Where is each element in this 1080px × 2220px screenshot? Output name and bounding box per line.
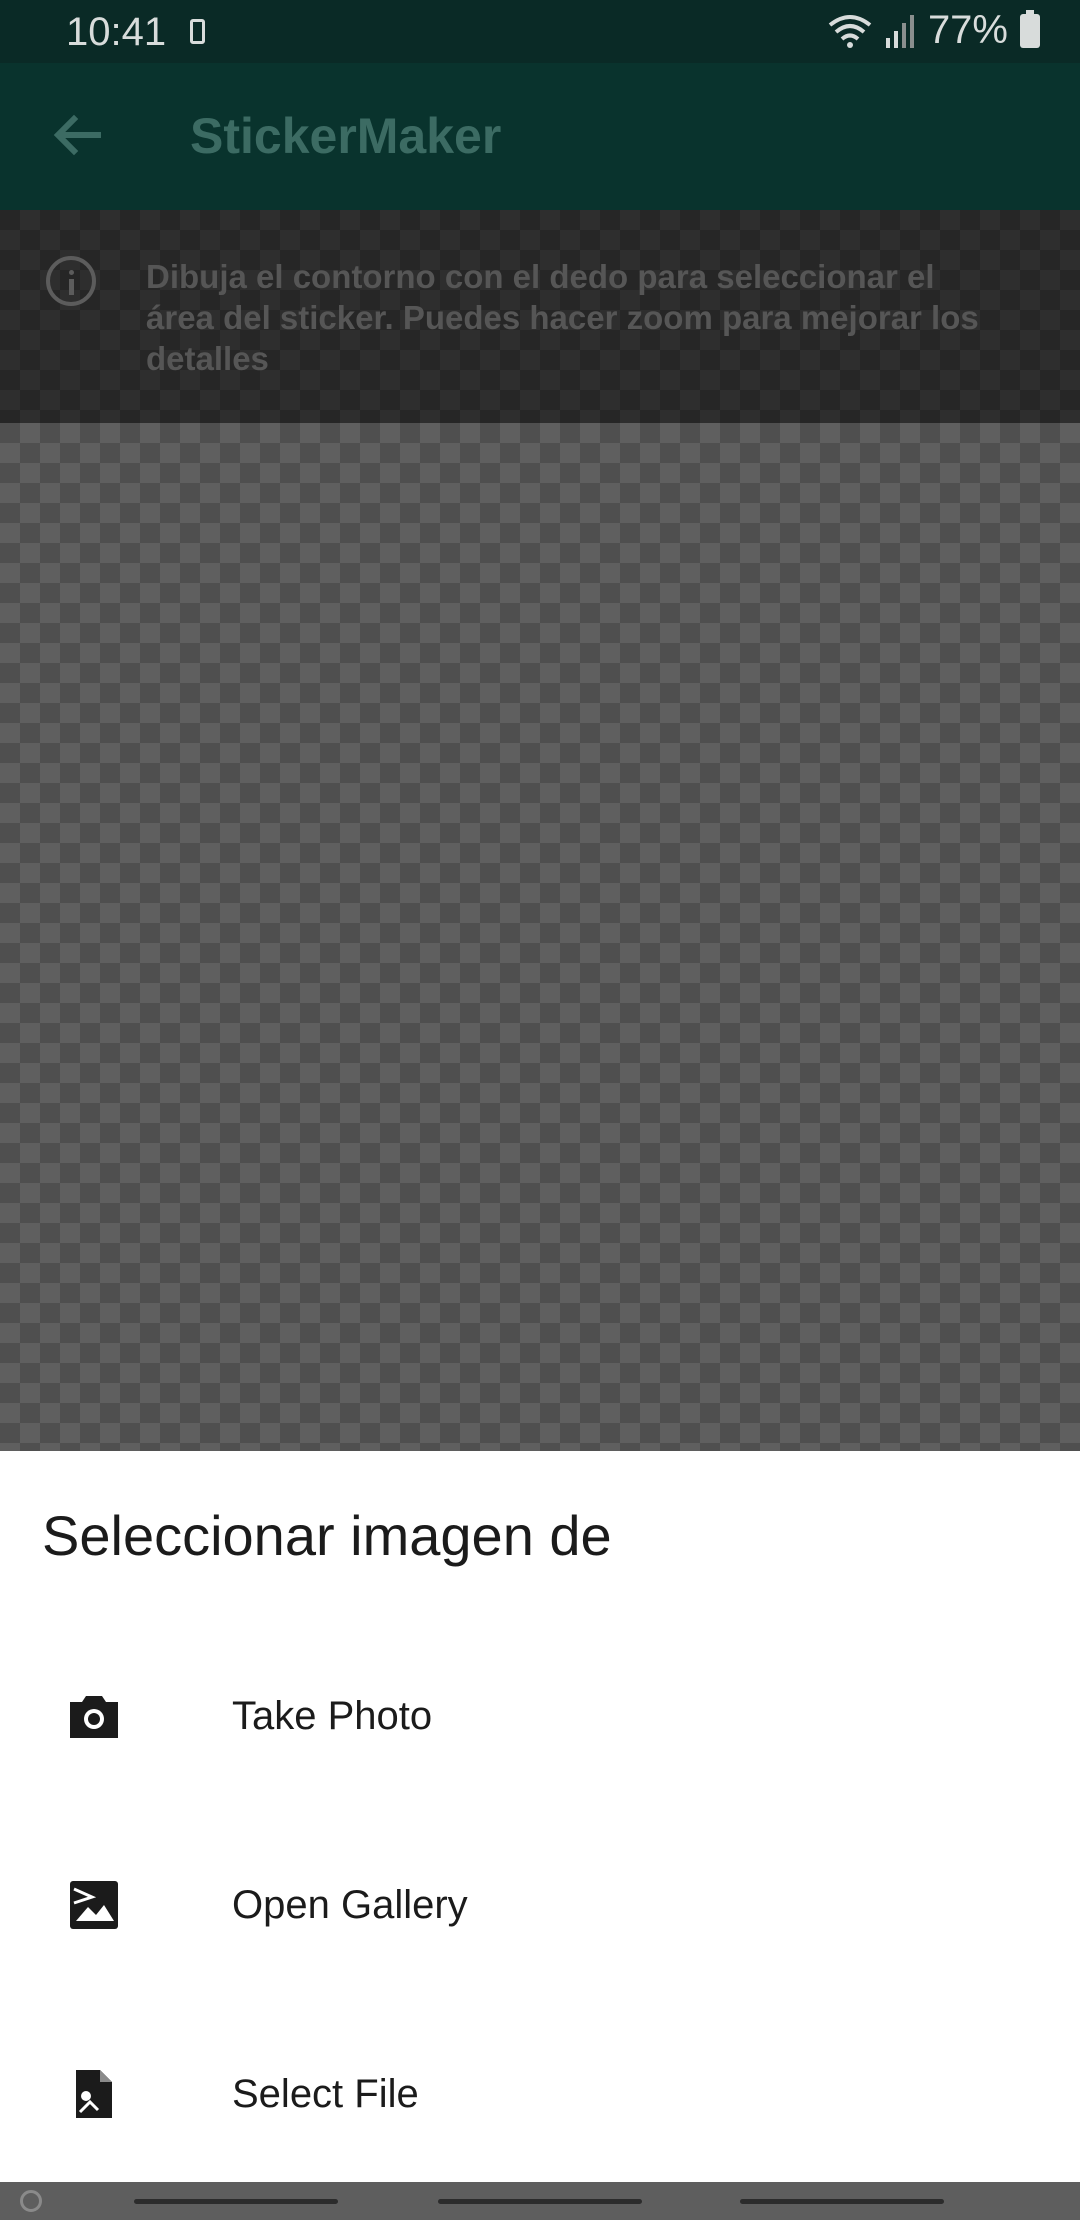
signal-icon [885,14,914,48]
sticker-canvas[interactable] [0,423,1080,1451]
open-gallery-label: Open Gallery [232,1883,468,1927]
camera-icon [70,1696,118,1738]
take-photo-option[interactable]: Take Photo [0,1622,1080,1811]
app-bar: StickerMaker [0,63,1080,210]
select-file-option[interactable]: Select File [0,2000,1080,2189]
file-icon [76,2070,112,2118]
phone-notification-icon [190,19,205,44]
back-arrow-icon[interactable] [48,105,108,165]
take-photo-label: Take Photo [232,1694,433,1738]
nav-recents-button[interactable] [134,2199,338,2204]
image-source-sheet: Seleccionar imagen de Take Photo Open Ga… [0,1451,1080,2182]
app-title: StickerMaker [190,108,502,164]
status-bar: 10:41 77% [0,0,1080,63]
status-right-group: 77% [828,8,1040,53]
info-text: Dibuja el contorno con el dedo para sele… [146,258,979,377]
wifi-icon [828,14,872,48]
status-time: 10:41 [66,10,167,54]
info-icon [46,256,96,306]
sheet-title: Seleccionar imagen de [42,1504,612,1567]
battery-percentage: 77% [927,8,1008,52]
navigation-bar [0,2182,1080,2220]
info-banner: Dibuja el contorno con el dedo para sele… [0,210,1080,423]
nav-home-button[interactable] [438,2199,642,2204]
nav-back-button[interactable] [740,2199,944,2204]
open-gallery-option[interactable]: Open Gallery [0,1811,1080,2000]
gallery-icon [70,1881,118,1929]
target-icon [20,2190,42,2212]
select-file-label: Select File [232,2072,419,2116]
battery-icon [1020,9,1040,48]
